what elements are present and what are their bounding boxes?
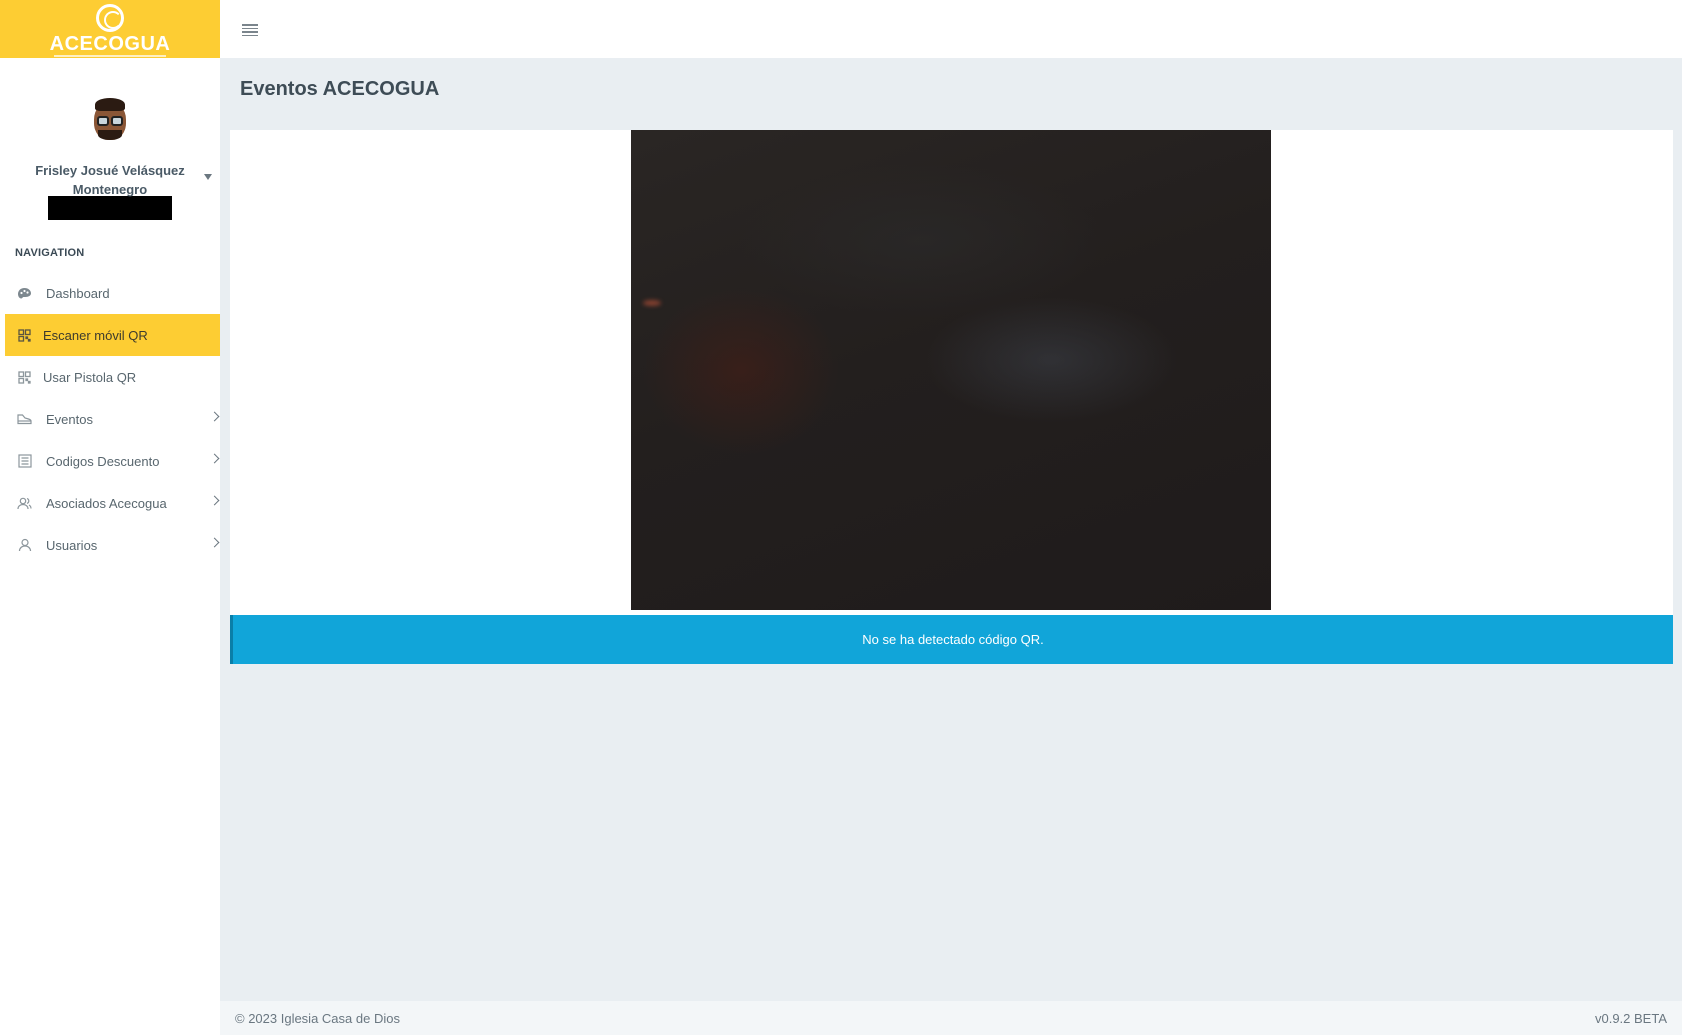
avatar xyxy=(90,96,130,142)
top-bar xyxy=(220,0,1682,58)
scanner-panel xyxy=(230,130,1673,615)
brand-logo[interactable]: ACECOGUA xyxy=(0,0,220,58)
users-icon xyxy=(17,496,32,511)
qr-code-icon xyxy=(17,370,32,385)
sidebar: ACECOGUA Frisley Josué Velásquez Montene… xyxy=(0,0,220,1035)
page-title: Eventos ACECOGUA xyxy=(240,78,440,100)
sidebar-item-label: Eventos xyxy=(46,411,93,427)
chevron-right-icon xyxy=(209,537,220,548)
palette-icon xyxy=(17,286,32,301)
sidebar-item-label: Usar Pistola QR xyxy=(43,369,137,385)
user-icon xyxy=(17,538,32,553)
sidebar-item-label: Asociados Acecogua xyxy=(46,495,167,511)
footer-version: v0.9.2 BETA xyxy=(1594,1010,1667,1026)
sidebar-item-escaner-movil-qr[interactable]: Escaner móvil QR xyxy=(5,314,220,356)
sidebar-item-usuarios[interactable]: Usuarios xyxy=(0,524,220,566)
sidebar-item-usar-pistola-qr[interactable]: Usar Pistola QR xyxy=(0,356,220,398)
sidebar-item-dashboard[interactable]: Dashboard xyxy=(0,272,220,314)
scan-status-text: No se ha detectado código QR. xyxy=(862,632,1044,647)
sidebar-item-codigos-descuento[interactable]: Codigos Descuento xyxy=(0,440,220,482)
nav-header: NAVIGATION xyxy=(15,247,85,259)
logo-ring-icon xyxy=(96,3,124,32)
chevron-right-icon xyxy=(209,495,220,506)
logo-tagline-line xyxy=(54,54,166,57)
scan-status-alert: No se ha detectado código QR. xyxy=(230,615,1673,664)
caret-down-icon[interactable] xyxy=(204,174,212,180)
qr-code-icon xyxy=(17,328,32,343)
sidebar-item-asociados-acecogua[interactable]: Asociados Acecogua xyxy=(0,482,220,524)
list-icon xyxy=(17,454,32,469)
sidebar-item-label: Dashboard xyxy=(46,285,110,301)
sidebar-item-eventos[interactable]: Eventos xyxy=(0,398,220,440)
sidebar-item-label: Escaner móvil QR xyxy=(43,327,148,343)
user-profile[interactable]: Frisley Josué Velásquez Montenegro xyxy=(0,58,220,220)
chevron-right-icon xyxy=(209,453,220,464)
footer-copyright: © 2023 Iglesia Casa de Dios xyxy=(235,1010,400,1026)
user-name: Frisley Josué Velásquez Montenegro xyxy=(35,163,185,197)
shoe-icon xyxy=(17,412,32,427)
menu-toggle-icon[interactable] xyxy=(242,24,258,36)
brand-name: ACECOGUA xyxy=(49,32,171,55)
redacted-user-role xyxy=(48,196,172,220)
footer: © 2023 Iglesia Casa de Dios v0.9.2 BETA xyxy=(220,1001,1682,1035)
chevron-right-icon xyxy=(209,411,220,422)
camera-preview xyxy=(631,130,1271,610)
sidebar-item-label: Codigos Descuento xyxy=(46,453,160,469)
sidebar-item-label: Usuarios xyxy=(46,537,98,553)
